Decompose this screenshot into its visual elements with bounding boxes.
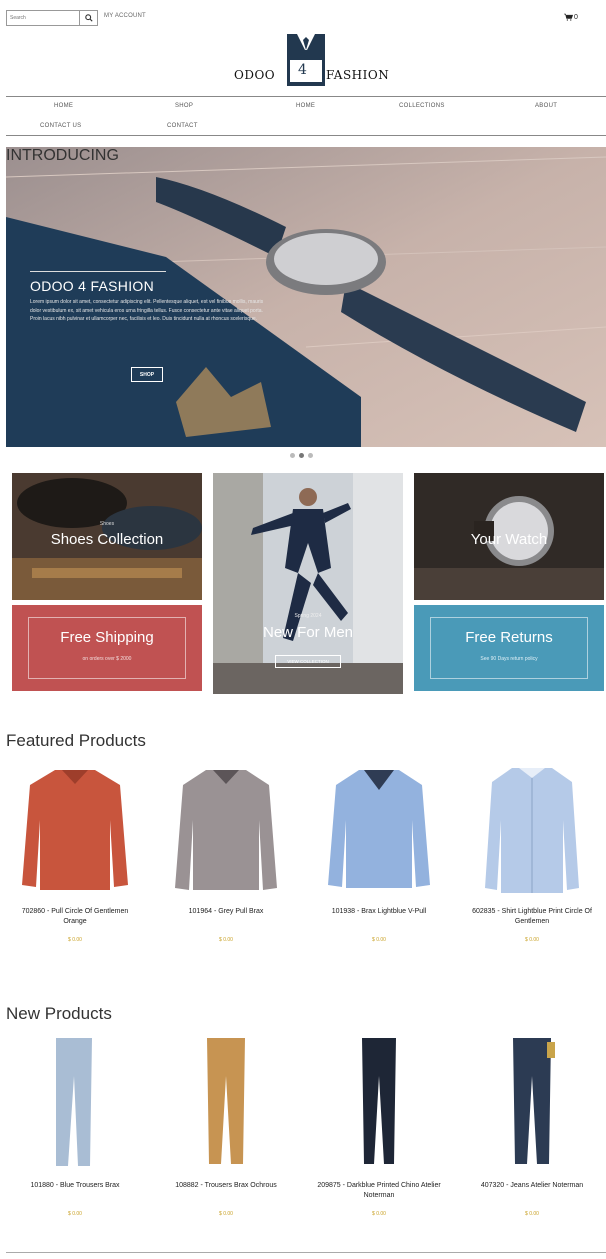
hero-shop-button[interactable]: SHOP (131, 367, 163, 382)
product-card[interactable]: 702860 - Pull Circle Of Gentlemen Orange… (10, 760, 140, 950)
featured-products-title: Featured Products (6, 731, 146, 750)
hero-banner[interactable] (6, 147, 606, 447)
product-name[interactable]: 407320 - Jeans Atelier Noterman (467, 1181, 597, 1191)
hero-body: Lorem ipsum dolor sit amet, consectetur … (30, 299, 264, 323)
hero-watch-image (6, 147, 606, 447)
product-image-jeans (513, 1038, 555, 1164)
product-card[interactable]: 108882 - Trousers Brax Ochrous $ 0.00 (161, 1036, 291, 1226)
top-bar: MY ACCOUNT 0 (0, 0, 606, 34)
product-image-lightblue-shirt (485, 768, 579, 893)
carousel-indicators (290, 453, 313, 458)
main-nav: HOME SHOP HOME COLLECTIONS ABOUT CONTACT… (6, 96, 606, 136)
logo-text-right: FASHION (326, 68, 390, 82)
shipping-frame (28, 617, 186, 679)
product-price: $ 0.00 (525, 937, 539, 943)
hero-intro: INTRODUCING (6, 147, 119, 164)
tile-men-small: Spring 2024 (294, 613, 322, 619)
tile-shoes-collection[interactable]: Shoes Shoes Collection (12, 473, 202, 600)
product-name[interactable]: 108882 - Trousers Brax Ochrous (161, 1181, 291, 1191)
tile-your-watch[interactable]: Your Watch (414, 473, 604, 600)
nav-item-about[interactable]: ABOUT (535, 103, 557, 109)
tile-free-returns[interactable]: Free Returns See 90 Days return policy (414, 605, 604, 691)
product-name[interactable]: 101880 - Blue Trousers Brax (10, 1181, 140, 1191)
tile-men-title: New For Men (262, 624, 354, 641)
search-box (6, 10, 98, 26)
product-image-ochrous-trousers (207, 1038, 245, 1164)
search-button[interactable] (79, 11, 97, 25)
product-image-blue-trousers (56, 1038, 92, 1166)
tile-shoes-small: Shoes (99, 521, 115, 527)
product-name[interactable]: 209875 - Darkblue Printed Chino Atelier … (314, 1181, 444, 1201)
search-input[interactable] (7, 11, 79, 25)
returns-subtitle: See 90 Days return policy (480, 656, 538, 662)
product-price: $ 0.00 (219, 937, 233, 943)
product-name[interactable]: 702860 - Pull Circle Of Gentlemen Orange (10, 907, 140, 927)
product-price: $ 0.00 (68, 937, 82, 943)
shipping-subtitle: on orders over $ 2000 (82, 656, 132, 662)
nav-item-home-2[interactable]: HOME (296, 103, 315, 109)
carousel-dot[interactable] (308, 453, 313, 458)
product-card[interactable]: 101938 - Brax Lightblue V-Pull $ 0.00 (314, 760, 444, 950)
product-price: $ 0.00 (68, 1211, 82, 1217)
search-icon (84, 14, 93, 22)
product-card[interactable]: 209875 - Darkblue Printed Chino Atelier … (314, 1036, 444, 1226)
nav-item-collections[interactable]: COLLECTIONS (399, 103, 445, 109)
footer-divider (6, 1252, 606, 1253)
product-name[interactable]: 101938 - Brax Lightblue V-Pull (314, 907, 444, 917)
shipping-title: Free Shipping (60, 629, 154, 646)
cart-icon (564, 13, 573, 21)
tile-watch-title: Your Watch (470, 531, 548, 548)
new-products-title: New Products (6, 1004, 112, 1023)
tile-shoes-title: Shoes Collection (50, 531, 164, 548)
product-image-lightblue-pull (328, 770, 430, 888)
tile-free-shipping[interactable]: Free Shipping on orders over $ 2000 (12, 605, 202, 691)
returns-title: Free Returns (465, 629, 553, 646)
tile-new-for-men[interactable]: Spring 2024 New For Men VIEW COLLECTION (213, 473, 403, 694)
view-collection-button[interactable]: VIEW COLLECTION (275, 655, 341, 668)
carousel-dot[interactable] (290, 453, 295, 458)
site-logo[interactable]: ODOO 4 FASHION (232, 34, 389, 88)
carousel-dot-active[interactable] (299, 453, 304, 458)
cart-count: 0 (574, 13, 578, 21)
product-image-darkblue-chino (362, 1038, 396, 1164)
product-price: $ 0.00 (372, 937, 386, 943)
product-name[interactable]: 101964 - Grey Pull Brax (161, 907, 291, 917)
logo-text-middle: 4 (298, 62, 307, 78)
product-card[interactable]: 101880 - Blue Trousers Brax $ 0.00 (10, 1036, 140, 1226)
nav-item-shop[interactable]: SHOP (175, 103, 193, 109)
hero-divider (30, 271, 166, 272)
hero-title: ODOO 4 FASHION (30, 278, 154, 294)
logo-text-left: ODOO (234, 68, 276, 82)
cart-button[interactable]: 0 (564, 13, 578, 21)
product-card[interactable]: 602835 - Shirt Lightblue Print Circle Of… (467, 760, 597, 950)
nav-item-contact-us[interactable]: CONTACT US (40, 123, 81, 129)
my-account-link[interactable]: MY ACCOUNT (104, 13, 146, 19)
product-price: $ 0.00 (219, 1211, 233, 1217)
nav-item-home[interactable]: HOME (54, 103, 73, 109)
product-price: $ 0.00 (525, 1211, 539, 1217)
product-card[interactable]: 407320 - Jeans Atelier Noterman $ 0.00 (467, 1036, 597, 1226)
product-price: $ 0.00 (372, 1211, 386, 1217)
product-image-orange-pull (22, 770, 128, 890)
returns-frame (430, 617, 588, 679)
product-image-grey-pull (175, 770, 277, 890)
product-card[interactable]: 101964 - Grey Pull Brax $ 0.00 (161, 760, 291, 950)
nav-item-contact[interactable]: CONTACT (167, 123, 198, 129)
product-name[interactable]: 602835 - Shirt Lightblue Print Circle Of… (467, 907, 597, 927)
logo-suit-mark (287, 34, 325, 86)
